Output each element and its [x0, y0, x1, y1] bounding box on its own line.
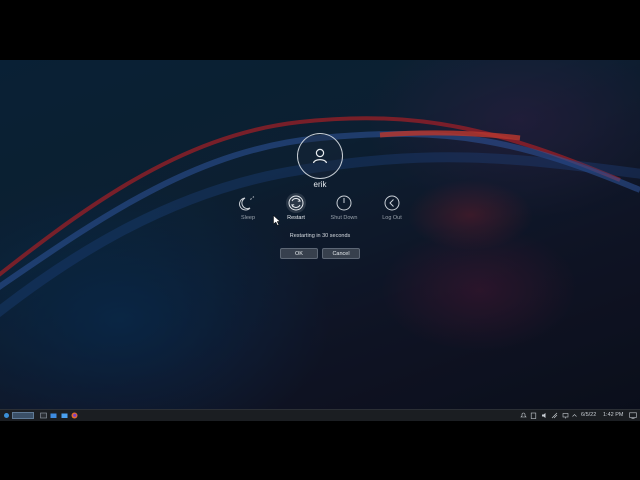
file-manager-icon[interactable]: [61, 412, 68, 419]
username: erik: [313, 180, 327, 189]
countdown-message: Restarting in 30 seconds: [289, 233, 351, 239]
mouse-cursor: [273, 215, 281, 226]
log-out-arrow-icon: [384, 195, 400, 211]
log-out-button[interactable]: Log Out: [370, 193, 414, 221]
pager-icon[interactable]: [12, 412, 34, 419]
display-icon[interactable]: [629, 412, 637, 419]
sleep-moon-icon: z z: [239, 195, 255, 211]
shut-down-label: Shut Down: [330, 215, 358, 221]
cancel-button[interactable]: Cancel: [322, 248, 360, 259]
updates-icon[interactable]: [562, 412, 569, 419]
volume-icon[interactable]: [541, 412, 548, 419]
user-avatar: [297, 133, 343, 179]
taskbar: 6/5/22 1:42 PM: [0, 409, 640, 421]
dim-overlay: [0, 60, 640, 420]
file-manager-icon[interactable]: [50, 412, 57, 419]
shut-down-button[interactable]: Shut Down: [322, 193, 366, 221]
notifications-icon[interactable]: [520, 412, 527, 419]
user-icon: [312, 148, 328, 164]
power-icon: [336, 195, 352, 211]
network-icon[interactable]: [551, 412, 558, 419]
svg-text:z: z: [253, 195, 255, 199]
restart-icon: [288, 195, 304, 211]
clipboard-icon[interactable]: [530, 412, 537, 419]
app-launcher-icon[interactable]: [3, 412, 10, 419]
terminal-icon[interactable]: [40, 412, 47, 419]
sleep-button[interactable]: z z Sleep: [226, 193, 270, 221]
firefox-icon[interactable]: [71, 412, 78, 419]
taskbar-time[interactable]: 1:42 PM: [603, 412, 623, 419]
desktop: [0, 60, 640, 420]
taskbar-date[interactable]: 6/5/22: [581, 412, 596, 419]
system-tray-expand-icon[interactable]: [571, 412, 578, 419]
ok-button[interactable]: OK: [280, 248, 318, 259]
log-out-label: Log Out: [382, 215, 402, 221]
sleep-label: Sleep: [240, 215, 256, 221]
